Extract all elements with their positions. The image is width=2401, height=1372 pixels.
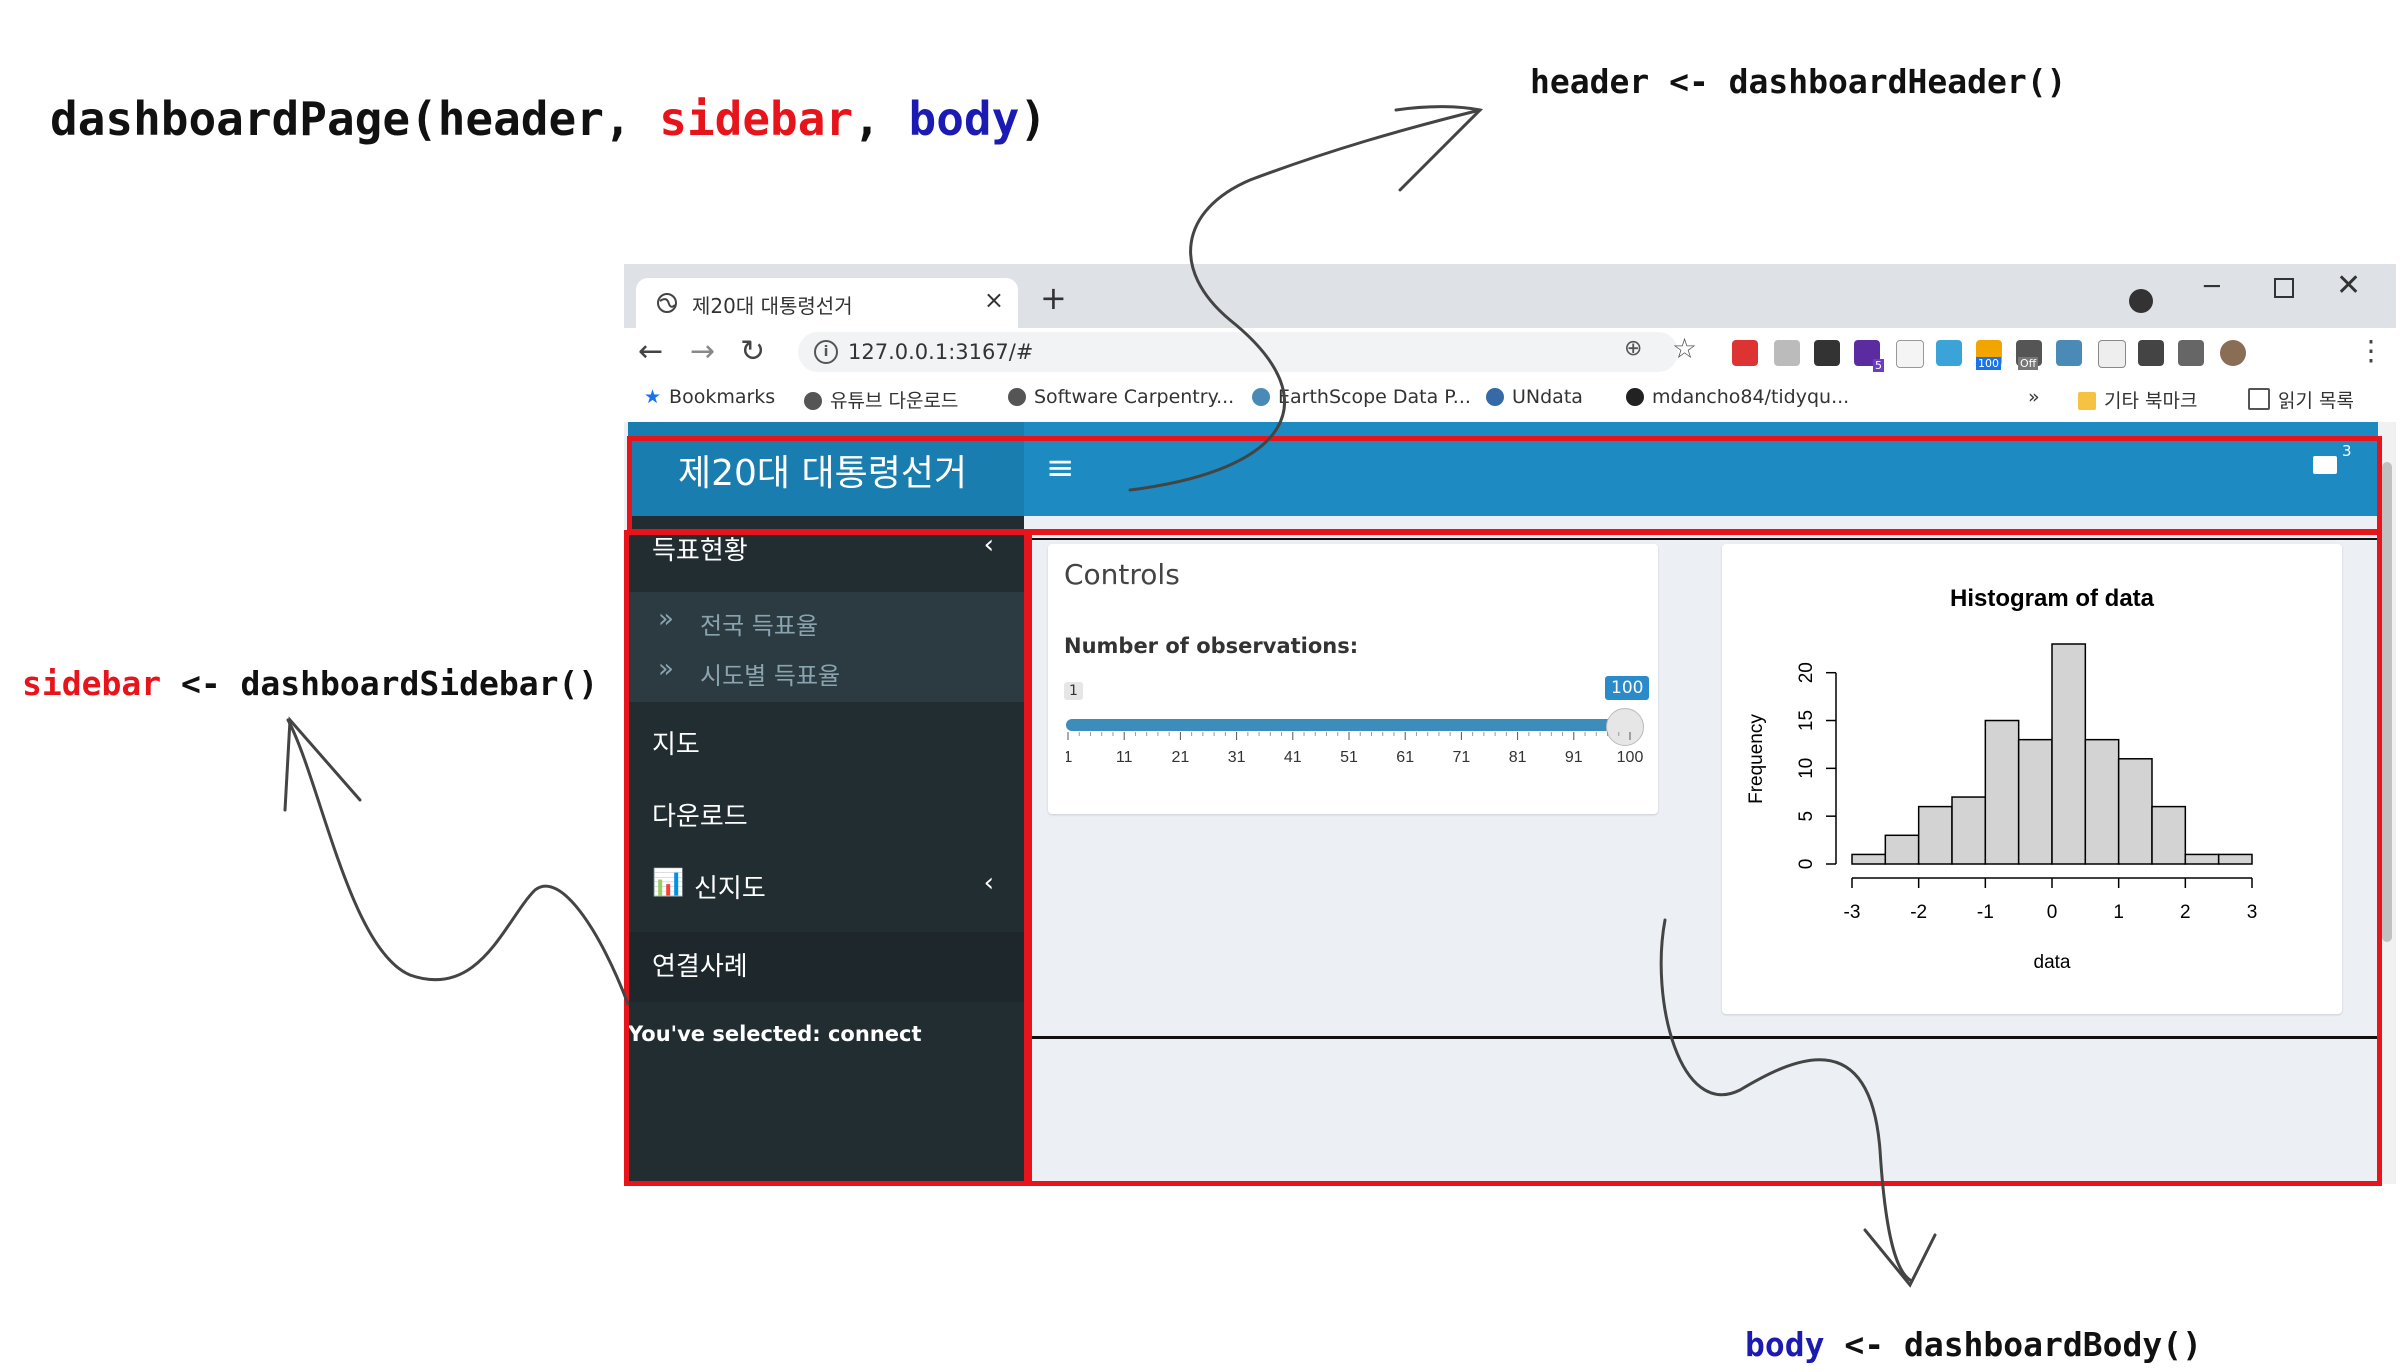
extension-icon[interactable]: 5 (1854, 340, 1884, 372)
zoom-icon[interactable]: ⊕ (1624, 336, 1642, 361)
puzzle-icon[interactable] (2138, 340, 2164, 366)
close-window-icon[interactable]: ✕ (2336, 268, 2361, 303)
star-icon: ★ (644, 386, 662, 408)
extension-icon[interactable] (1774, 340, 1800, 366)
extension-icon[interactable] (1896, 340, 1924, 368)
extension-icon[interactable] (1936, 340, 1962, 366)
sidebar-arrow-curve (286, 718, 630, 1006)
arrowhead-icon (283, 716, 362, 812)
extension-icon[interactable] (1814, 340, 1840, 366)
bookmark-item[interactable]: Software Carpentry... (1008, 386, 1234, 408)
bookmark-item[interactable]: 유튜브 다운로드 (804, 386, 958, 413)
code-suffix: ) (1019, 92, 1048, 146)
extension-icon[interactable] (2056, 340, 2082, 366)
arrowhead-icon (1394, 105, 1484, 192)
tab-search-icon[interactable] (2129, 289, 2153, 313)
sidebar-highlight (624, 530, 1032, 1186)
reading-list[interactable]: 읽기 목록 (2248, 386, 2354, 413)
code-body-var: body (1745, 1325, 1825, 1364)
maximize-icon[interactable] (2274, 278, 2294, 298)
minimize-icon[interactable]: ─ (2204, 272, 2220, 302)
menu-icon[interactable]: ⋮ (2357, 334, 2385, 367)
folder-icon (2078, 392, 2096, 410)
bookmarks-overflow[interactable]: » (2028, 386, 2040, 408)
back-icon[interactable]: ← (638, 334, 663, 369)
address-bar[interactable]: i 127.0.0.1:3167/# (798, 332, 1678, 372)
body-highlight (1024, 530, 2382, 1186)
browser-toolbar: ← → ↻ i 127.0.0.1:3167/# ⊕ ☆ 5 100 Off ⋮ (624, 328, 2396, 378)
globe-icon (1252, 388, 1270, 406)
code-sidebar-keyword: sidebar (659, 92, 854, 146)
extension-icon[interactable] (1732, 340, 1758, 366)
code-body-assignment: body <- dashboardBody() (1745, 1325, 2202, 1364)
bookmark-star-icon[interactable]: ☆ (1672, 332, 1697, 365)
arrowhead-icon (1863, 1228, 1937, 1288)
scrollbar-thumb[interactable] (2382, 462, 2392, 942)
extension-icon[interactable]: 100 (1976, 340, 2002, 370)
tab-strip: 제20대 대통령선거 × + ─ ✕ (624, 264, 2396, 328)
code-sidebar-assignment: sidebar <- dashboardSidebar() (22, 664, 598, 703)
site-info-icon[interactable]: i (814, 340, 838, 364)
bookmark-item[interactable]: EarthScope Data P... (1252, 386, 1471, 408)
code-sidebar-rest: <- dashboardSidebar() (161, 664, 599, 703)
tab-close-icon[interactable]: × (984, 286, 1004, 314)
bookmark-item[interactable]: mdancho84/tidyqu... (1626, 386, 1849, 408)
extension-icon[interactable] (2098, 340, 2126, 368)
bookmarks-bar: ★ Bookmarks 유튜브 다운로드 Software Carpentry..… (624, 378, 2396, 422)
new-tab-button[interactable]: + (1040, 282, 1067, 314)
extension-icon[interactable]: Off (2016, 340, 2042, 370)
browser-tab[interactable]: 제20대 대통령선거 × (636, 278, 1018, 328)
code-separator: , (853, 92, 909, 146)
code-sidebar-var: sidebar (22, 664, 162, 703)
code-header-assignment: header <- dashboardHeader() (1530, 62, 2067, 101)
globe-icon (1008, 388, 1026, 406)
header-highlight (627, 436, 2382, 534)
media-icon[interactable] (2178, 340, 2204, 366)
reading-list-icon (2248, 388, 2270, 410)
url-text: 127.0.0.1:3167/# (848, 340, 1034, 364)
bookmark-item[interactable]: ★ Bookmarks (644, 386, 775, 408)
code-body-rest: <- dashboardBody() (1824, 1325, 2202, 1364)
tab-title: 제20대 대통령선거 (692, 294, 853, 318)
avatar[interactable] (2220, 340, 2246, 366)
other-bookmarks[interactable]: 기타 북마크 (2078, 386, 2197, 413)
globe-icon (804, 392, 822, 410)
code-body-keyword: body (908, 92, 1020, 146)
github-icon (1626, 388, 1644, 406)
globe-icon (657, 293, 677, 313)
forward-icon[interactable]: → (690, 334, 715, 369)
code-dashboard-page: dashboardPage(header, sidebar, body) (50, 92, 1047, 146)
un-icon (1486, 388, 1504, 406)
bookmark-item[interactable]: UNdata (1486, 386, 1583, 408)
reload-icon[interactable]: ↻ (740, 334, 765, 369)
code-prefix: dashboardPage(header, (50, 92, 660, 146)
